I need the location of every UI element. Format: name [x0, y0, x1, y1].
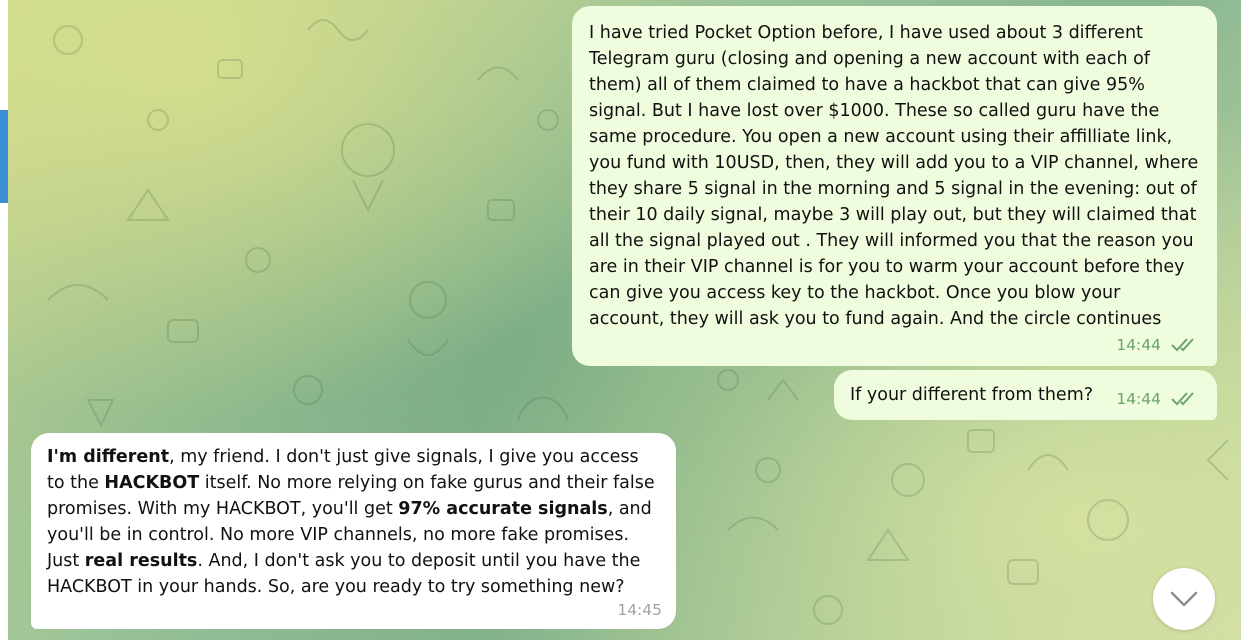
outgoing-message[interactable]: If your different from them? 14:44: [834, 370, 1217, 420]
message-text-bold: I'm different: [47, 447, 170, 467]
message-time: 14:44: [1116, 336, 1161, 354]
message-time: 14:44: [1116, 390, 1161, 408]
message-meta: 14:44: [1116, 386, 1199, 412]
double-check-icon: [1171, 392, 1194, 406]
message-text-bold: 97% accurate signals: [398, 499, 608, 519]
chat-list-edge: [0, 0, 8, 640]
double-check-icon: [1171, 338, 1194, 352]
message-meta: 14:45: [617, 597, 662, 623]
chevron-down-icon: [1170, 591, 1198, 607]
message-text-bold: HACKBOT: [104, 473, 200, 493]
outgoing-message[interactable]: I have tried Pocket Option before, I hav…: [572, 6, 1217, 366]
scroll-to-bottom-button[interactable]: [1153, 568, 1215, 630]
message-text-bold: real results: [84, 551, 198, 571]
message-text: I have tried Pocket Option before, I hav…: [589, 23, 1199, 329]
message-time: 14:45: [617, 601, 662, 619]
message-text: I'm different, my friend. I don't just g…: [47, 444, 658, 600]
message-meta: 14:44: [1116, 332, 1199, 358]
selected-chat-indicator: [0, 110, 8, 203]
incoming-message[interactable]: I'm different, my friend. I don't just g…: [31, 433, 676, 629]
